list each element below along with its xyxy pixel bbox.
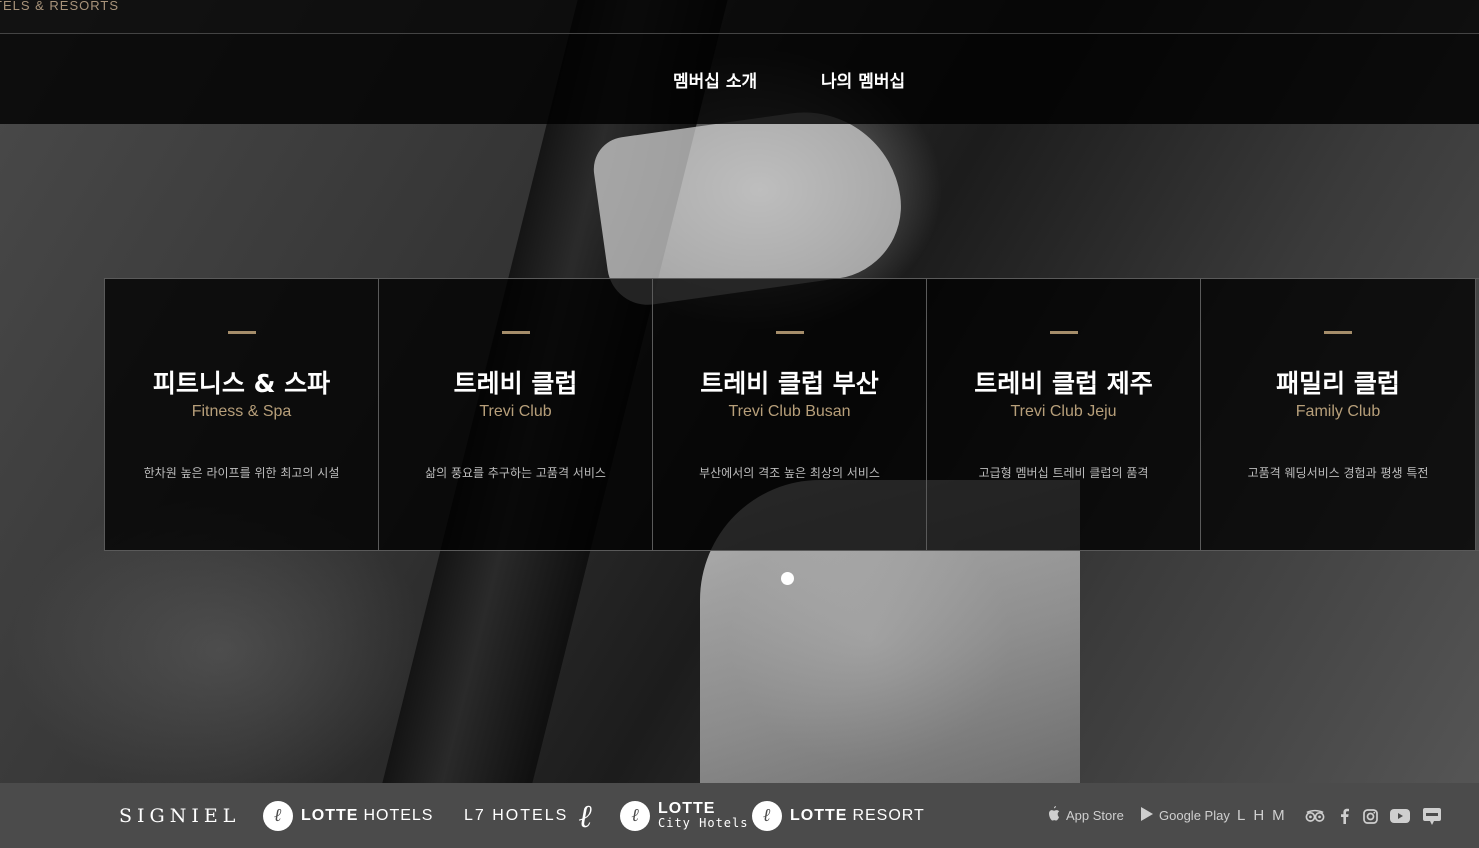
tripadvisor-icon[interactable] (1305, 807, 1325, 825)
lotte-city-hotels-logo[interactable]: ℓ LOTTE City Hotels (620, 783, 748, 848)
card-accent-bar (501, 331, 530, 334)
card-title: 패밀리 클럽 (1276, 369, 1400, 398)
lotte-hotels-logo[interactable]: ℓ LOTTE HOTELS (263, 783, 433, 848)
card-fitness-spa[interactable]: 피트니스 & 스파 Fitness & Spa 한차원 높은 라이프를 위한 최… (105, 279, 379, 550)
carousel-pagination-dot[interactable] (781, 572, 794, 585)
card-trevi-club-busan[interactable]: 트레비 클럽 부산 Trevi Club Busan 부산에서의 격조 높은 최… (653, 279, 927, 550)
card-subtitle: Family Club (1295, 403, 1381, 420)
card-description: 삶의 풍요를 추구하는 고품격 서비스 (425, 466, 606, 480)
instagram-icon[interactable] (1360, 807, 1380, 825)
logo-text: L7 HOTELS (464, 806, 569, 824)
top-bar: TELS & RESORTS (0, 0, 1479, 34)
card-subtitle: Fitness & Spa (191, 403, 292, 420)
lotte-circle-icon: ℓ (752, 800, 782, 831)
google-play-link[interactable]: Google Play (1141, 783, 1230, 848)
logo-text: HOTELS (363, 806, 434, 824)
tab-membership-intro[interactable]: 멤버십 소개 (673, 67, 757, 92)
brand-text[interactable]: TELS & RESORTS (0, 0, 119, 13)
facebook-icon[interactable] (1334, 807, 1354, 825)
card-family-club[interactable]: 패밀리 클럽 Family Club 고품격 웨딩서비스 경험과 평생 특전 (1201, 279, 1476, 550)
card-title: 피트니스 & 스파 (152, 369, 331, 398)
card-description: 한차원 높은 라이프를 위한 최고의 시설 (143, 466, 340, 480)
card-description: 고품격 웨딩서비스 경험과 평생 특전 (1247, 466, 1429, 480)
blog-icon[interactable] (1422, 807, 1442, 825)
membership-subnav: 멤버십 소개 나의 멤버십 (0, 34, 1479, 124)
l7-hotels-logo[interactable]: L7 HOTELS ℓ (464, 783, 592, 848)
footer: SIGNIEL ℓ LOTTE HOTELS L7 HOTELS ℓ ℓ LOT… (0, 783, 1479, 848)
logo-text-bold: LOTTE (790, 806, 848, 824)
logo-text-top: LOTTE (658, 799, 716, 817)
tab-my-membership[interactable]: 나의 멤버십 (821, 67, 905, 92)
app-store-label: App Store (1066, 808, 1124, 823)
app-store-link[interactable]: App Store (1047, 783, 1124, 848)
card-accent-bar (1324, 331, 1352, 334)
card-title: 트레비 클럽 제주 (974, 369, 1153, 398)
signiel-logo-text: SIGNIEL (119, 804, 241, 827)
lotte-circle-icon: ℓ (263, 800, 293, 831)
logo-text-bottom: City Hotels (658, 815, 749, 830)
signiel-logo[interactable]: SIGNIEL (119, 783, 240, 848)
card-title: 트레비 클럽 부산 (700, 369, 879, 398)
google-play-label: Google Play (1159, 808, 1230, 823)
card-accent-bar (227, 331, 256, 334)
card-trevi-club[interactable]: 트레비 클럽 Trevi Club 삶의 풍요를 추구하는 고품격 서비스 (379, 279, 653, 550)
card-title: 트레비 클럽 (453, 369, 578, 398)
card-description: 고급형 멤버십 트레비 클럽의 품격 (978, 466, 1149, 480)
card-accent-bar (775, 331, 804, 334)
lotte-resort-logo[interactable]: ℓ LOTTE RESORT (752, 783, 925, 848)
lhm-link[interactable]: LHM (1237, 783, 1293, 848)
card-trevi-club-jeju[interactable]: 트레비 클럽 제주 Trevi Club Jeju 고급형 멤버십 트레비 클럽… (927, 279, 1201, 550)
l7-script-icon: ℓ (578, 796, 592, 835)
apple-icon (1047, 806, 1060, 825)
youtube-icon[interactable] (1390, 807, 1410, 825)
card-subtitle: Trevi Club (479, 403, 552, 420)
logo-text-bold: LOTTE (301, 806, 359, 824)
lotte-circle-icon: ℓ (620, 800, 650, 831)
card-subtitle: Trevi Club Busan (728, 403, 851, 420)
logo-text: RESORT (852, 806, 925, 824)
membership-cards: 피트니스 & 스파 Fitness & Spa 한차원 높은 라이프를 위한 최… (104, 278, 1479, 551)
card-description: 부산에서의 격조 높은 최상의 서비스 (699, 466, 880, 480)
card-accent-bar (1049, 331, 1078, 334)
logo-text-stack: LOTTE City Hotels (658, 799, 749, 831)
card-subtitle: Trevi Club Jeju (1010, 403, 1117, 420)
google-play-icon (1141, 806, 1153, 825)
